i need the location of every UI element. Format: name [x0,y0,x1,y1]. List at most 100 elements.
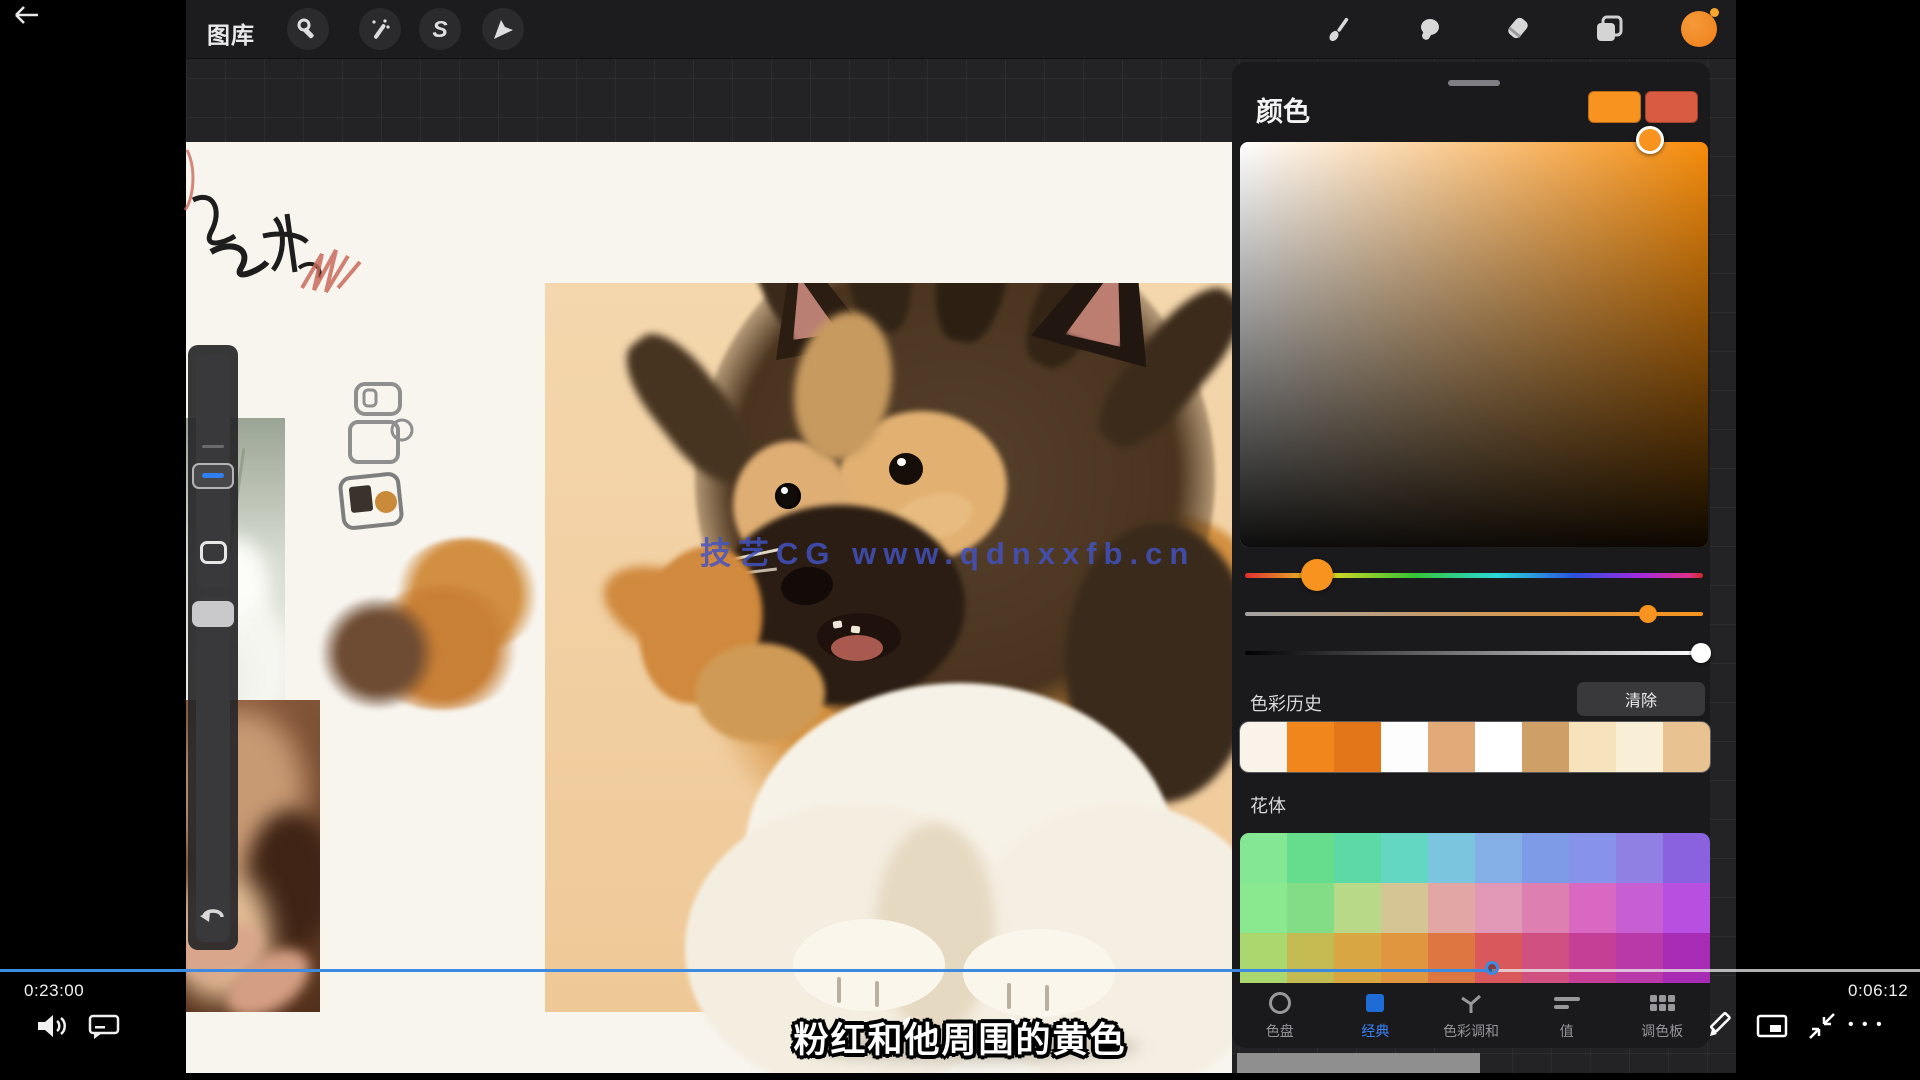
palette-swatch[interactable] [1381,933,1428,983]
palette-swatch[interactable] [1475,833,1522,883]
brush-size-handle[interactable] [192,463,234,489]
layers-button[interactable] [1588,8,1630,50]
palette-swatch[interactable] [1616,883,1663,933]
selection-button[interactable]: S [419,8,461,50]
palette-swatch[interactable] [1287,883,1334,933]
history-swatch[interactable] [1381,722,1428,772]
palette-swatch[interactable] [1240,833,1287,883]
progress-knob[interactable] [1485,961,1499,975]
letterbox-bottom [0,1073,1920,1080]
transform-button[interactable] [482,8,524,50]
clear-history-button[interactable]: 清除 [1577,682,1705,716]
palette-swatch[interactable] [1616,933,1663,983]
history-swatch[interactable] [1334,722,1381,772]
layers-icon [1595,15,1623,43]
brush-icon [1327,16,1353,42]
brightness-knob[interactable] [1691,643,1711,663]
remaining-time: 0:06:12 [1848,981,1908,1001]
pip-button[interactable] [1756,1014,1788,1038]
modify-button[interactable] [200,541,227,564]
paint-blob-artwork [318,598,438,708]
palette-swatch[interactable] [1334,833,1381,883]
palette-swatch[interactable] [1522,883,1569,933]
history-swatch[interactable] [1569,722,1616,772]
palette-swatch[interactable] [1287,833,1334,883]
disc-icon [1269,991,1291,1015]
brush-opacity-slider[interactable] [196,597,230,942]
palette-name-label: 花体 [1250,792,1286,818]
red-scribble-artwork [296,240,386,310]
color-history-label: 色彩历史 [1250,690,1322,716]
history-swatch[interactable] [1522,722,1569,772]
history-swatch[interactable] [1475,722,1522,772]
palette-swatch[interactable] [1287,933,1334,983]
palette-swatch[interactable] [1381,883,1428,933]
screen: 技艺CG www.qdnxxfb.cn 图库 S [0,0,1920,1080]
harmony-icon [1459,991,1483,1015]
eraser-icon [1505,16,1531,42]
history-swatch[interactable] [1240,722,1287,772]
transform-arrow-icon [492,18,514,40]
palette-swatch[interactable] [1569,883,1616,933]
palette-swatch[interactable] [1428,883,1475,933]
exit-fullscreen-button[interactable] [1806,1010,1838,1042]
history-swatch[interactable] [1428,722,1475,772]
write-comment-button[interactable] [1704,1008,1738,1042]
classic-icon [1366,991,1384,1015]
hue-knob[interactable] [1301,559,1333,591]
palette-swatch[interactable] [1522,933,1569,983]
palette-swatch[interactable] [1334,883,1381,933]
brush-opacity-handle[interactable] [192,601,234,627]
saturation-slider[interactable] [1245,612,1703,616]
color-button[interactable] [1678,8,1720,50]
eraser-tool-button[interactable] [1497,8,1539,50]
palette-swatch[interactable] [1569,833,1616,883]
smudge-finger-icon [1417,16,1443,42]
adjustments-button[interactable] [359,8,401,50]
panel-drag-handle[interactable] [1448,80,1500,86]
palette-swatch[interactable] [1663,833,1710,883]
palette-swatch[interactable] [1240,883,1287,933]
saturation-knob[interactable] [1639,605,1657,623]
primary-color-swatch[interactable] [1588,91,1641,123]
progress-bar-played[interactable] [0,969,1492,972]
secondary-color-swatch[interactable] [1645,91,1698,123]
undo-icon[interactable] [199,903,227,929]
selection-s-icon: S [432,16,447,43]
palette-swatch[interactable] [1663,933,1710,983]
brush-sidebar [188,345,238,950]
back-button[interactable] [12,2,42,28]
watermark-text: 技艺CG www.qdnxxfb.cn [700,528,1195,573]
actions-wrench-button[interactable] [287,8,329,50]
palette-swatch[interactable] [1428,833,1475,883]
magic-wand-icon [369,18,391,40]
smudge-tool-button[interactable] [1409,8,1451,50]
wrench-icon [297,18,319,40]
color-history-row [1240,722,1710,772]
history-swatch[interactable] [1616,722,1663,772]
subtitle-text: 粉红和他周围的黄色 [0,1012,1920,1063]
palette-swatch[interactable] [1569,933,1616,983]
progress-bar-remaining[interactable] [1492,969,1920,972]
brush-tool-button[interactable] [1319,8,1361,50]
palette-swatch[interactable] [1616,833,1663,883]
palette-swatch[interactable] [1663,883,1710,933]
current-time: 0:23:00 [24,981,84,1001]
gallery-button[interactable]: 图库 [207,16,255,50]
palettes-icon [1649,991,1675,1015]
history-swatch[interactable] [1287,722,1334,772]
value-icon [1553,991,1581,1015]
palette-swatch[interactable] [1475,933,1522,983]
brightness-slider[interactable] [1245,651,1703,655]
palette-swatch[interactable] [1240,933,1287,983]
palette-swatch[interactable] [1522,833,1569,883]
more-options-button[interactable]: • • • [1848,1016,1884,1034]
palette-swatch[interactable] [1428,933,1475,983]
palette-swatch[interactable] [1475,883,1522,933]
picker-knob[interactable] [1636,126,1664,154]
history-swatch[interactable] [1663,722,1710,772]
palette-swatch[interactable] [1334,933,1381,983]
size-tick [202,445,224,448]
size-handle-accent [202,473,224,478]
palette-swatch[interactable] [1381,833,1428,883]
